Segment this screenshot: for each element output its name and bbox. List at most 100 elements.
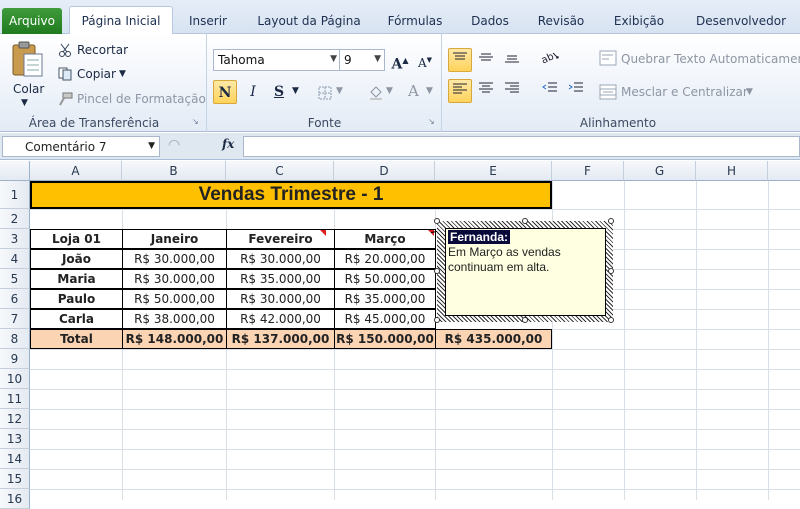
tab-file[interactable]: Arquivo [2, 8, 62, 34]
tab-page-layout[interactable]: Layout da Página [250, 9, 368, 34]
resize-handle[interactable] [434, 268, 440, 274]
table-cell-value[interactable]: R$ 30.000,00 [226, 289, 335, 309]
underline-button[interactable]: S [267, 80, 291, 104]
column-header-c[interactable]: C [226, 161, 334, 181]
table-cell-name[interactable]: João [30, 249, 123, 269]
column-header-f[interactable]: F [552, 161, 624, 181]
table-cell-value[interactable]: R$ 35.000,00 [334, 289, 436, 309]
tab-insert[interactable]: Inserir [180, 9, 236, 34]
row-header-15[interactable]: 15 [0, 469, 30, 489]
table-cell-value[interactable]: R$ 30.000,00 [226, 249, 335, 269]
fill-color-dropdown-icon[interactable]: ▼ [386, 86, 393, 96]
grow-font-icon[interactable]: A▲ [388, 48, 412, 73]
wrap-text-button[interactable]: Quebrar Texto Automaticamente [621, 52, 800, 66]
paste-button[interactable]: Colar [13, 82, 44, 96]
decrease-indent-icon[interactable] [538, 79, 562, 103]
comment-indicator-icon[interactable] [320, 230, 326, 236]
table-cell-name[interactable]: Paulo [30, 289, 123, 309]
row-header-12[interactable]: 12 [0, 409, 30, 429]
row-header-14[interactable]: 14 [0, 449, 30, 469]
table-cell-name[interactable]: Maria [30, 269, 123, 289]
table-cell-value[interactable]: R$ 50.000,00 [334, 269, 436, 289]
merge-center-button[interactable]: Mesclar e Centralizar [621, 85, 748, 99]
row-header-3[interactable]: 3 [0, 229, 30, 249]
expand-icon[interactable]: ◠ [168, 137, 180, 153]
column-header-b[interactable]: B [122, 161, 226, 181]
align-center-icon[interactable] [474, 79, 498, 103]
clipboard-launcher-icon[interactable]: ↘ [192, 117, 199, 126]
grand-total-cell[interactable]: R$ 435.000,00 [435, 329, 552, 349]
row-header-2[interactable]: 2 [0, 209, 30, 229]
fill-color-icon[interactable] [368, 84, 384, 103]
row-header-8[interactable]: 8 [0, 329, 30, 349]
row-header-16[interactable]: 16 [0, 489, 30, 509]
font-size-combo[interactable]: 9 ▼ [339, 49, 385, 71]
column-header-d[interactable]: D [334, 161, 435, 181]
merge-center-dropdown-icon[interactable]: ▼ [746, 87, 753, 97]
resize-handle[interactable] [608, 218, 614, 224]
borders-dropdown-icon[interactable]: ▼ [336, 86, 343, 96]
resize-handle[interactable] [522, 317, 528, 323]
resize-handle[interactable] [434, 218, 440, 224]
tab-developer[interactable]: Desenvolvedor [686, 9, 796, 34]
total-label[interactable]: Total [30, 329, 123, 349]
resize-handle[interactable] [434, 317, 440, 323]
paste-dropdown-arrow-icon[interactable]: ▼ [21, 98, 28, 108]
tab-home[interactable]: Página Inicial [69, 6, 173, 35]
resize-handle[interactable] [522, 218, 528, 224]
table-cell-value[interactable]: R$ 30.000,00 [122, 249, 227, 269]
shrink-font-icon[interactable]: A▼ [413, 48, 437, 72]
font-color-icon[interactable]: A [408, 82, 419, 100]
resize-handle[interactable] [608, 317, 614, 323]
name-box-dropdown-icon[interactable]: ▼ [148, 141, 155, 151]
table-cell-value[interactable]: R$ 20.000,00 [334, 249, 436, 269]
header-cell-january[interactable]: Janeiro [122, 229, 227, 249]
resize-handle[interactable] [608, 268, 614, 274]
table-cell-value[interactable]: R$ 42.000,00 [226, 309, 335, 329]
align-left-icon[interactable] [448, 79, 472, 103]
formula-input[interactable] [243, 136, 800, 157]
row-header-6[interactable]: 6 [0, 289, 30, 309]
row-header-1[interactable]: 1 [0, 181, 30, 209]
header-cell-store[interactable]: Loja 01 [30, 229, 123, 249]
underline-dropdown-icon[interactable]: ▼ [292, 86, 299, 96]
italic-button[interactable]: I [241, 80, 265, 104]
align-middle-icon[interactable] [474, 48, 498, 72]
cut-button[interactable]: Recortar [77, 43, 128, 57]
tab-view[interactable]: Exibição [604, 9, 674, 34]
sheet-title[interactable]: Vendas Trimestre - 1 [30, 181, 552, 209]
header-cell-february[interactable]: Fevereiro [226, 229, 335, 249]
row-header-5[interactable]: 5 [0, 269, 30, 289]
row-header-10[interactable]: 10 [0, 369, 30, 389]
bold-button[interactable]: N [213, 80, 237, 104]
orientation-icon[interactable]: ab [538, 48, 562, 72]
tab-data[interactable]: Dados [462, 9, 518, 34]
row-header-9[interactable]: 9 [0, 349, 30, 369]
font-color-dropdown-icon[interactable]: ▼ [426, 86, 433, 96]
table-cell-value[interactable]: R$ 38.000,00 [122, 309, 227, 329]
font-launcher-icon[interactable]: ↘ [428, 117, 435, 126]
font-size-dropdown-icon[interactable]: ▼ [374, 54, 381, 64]
align-bottom-icon[interactable] [500, 48, 524, 72]
row-header-11[interactable]: 11 [0, 389, 30, 409]
table-cell-value[interactable]: R$ 50.000,00 [122, 289, 227, 309]
align-right-icon[interactable] [500, 79, 524, 103]
total-cell[interactable]: R$ 150.000,00 [334, 329, 436, 349]
align-top-icon[interactable] [448, 48, 472, 72]
copy-button[interactable]: Copiar [77, 67, 116, 81]
comment-box[interactable]: Fernanda: Em Março as vendas continuam e… [445, 228, 606, 316]
total-cell[interactable]: R$ 137.000,00 [226, 329, 335, 349]
tab-review[interactable]: Revisão [530, 9, 592, 34]
name-box[interactable]: Comentário 7 ▼ [2, 136, 160, 157]
column-header-a[interactable]: A [30, 161, 122, 181]
paste-icon[interactable] [11, 40, 45, 83]
select-all-corner[interactable] [0, 161, 30, 181]
tab-formulas[interactable]: Fórmulas [380, 9, 450, 34]
table-cell-name[interactable]: Carla [30, 309, 123, 329]
column-header-e[interactable]: E [435, 161, 552, 181]
insert-function-button[interactable]: fx [222, 137, 234, 151]
row-header-13[interactable]: 13 [0, 429, 30, 449]
format-painter-button[interactable]: Pincel de Formatação [77, 92, 206, 106]
table-cell-value[interactable]: R$ 35.000,00 [226, 269, 335, 289]
column-header-h[interactable]: H [696, 161, 768, 181]
